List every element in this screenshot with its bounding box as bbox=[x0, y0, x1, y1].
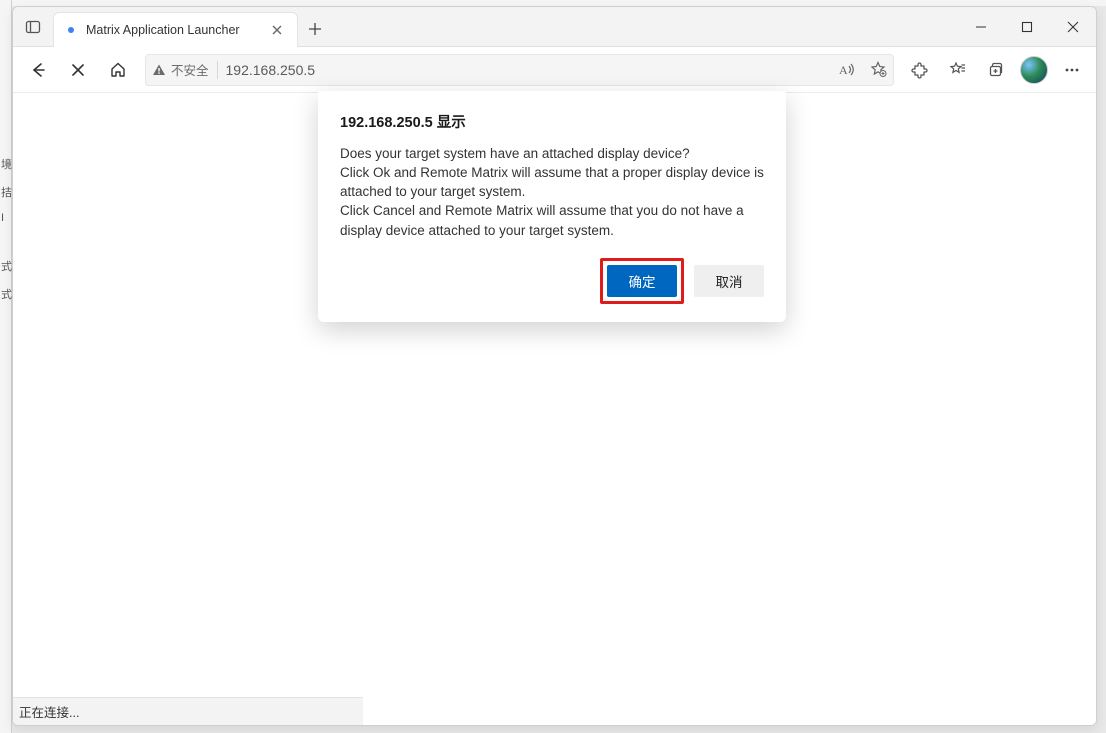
window-close-button[interactable] bbox=[1050, 7, 1096, 47]
read-aloud-icon: A bbox=[839, 62, 856, 77]
puzzle-icon bbox=[911, 61, 929, 79]
tab-actions-button[interactable] bbox=[13, 7, 53, 46]
tab-actions-icon bbox=[25, 19, 41, 35]
titlebar-drag-region[interactable] bbox=[332, 7, 958, 46]
browser-window: Matrix Application Launcher bbox=[12, 6, 1097, 726]
add-favorite-button[interactable] bbox=[870, 61, 887, 78]
page-viewport: 192.168.250.5 显示 Does your target system… bbox=[13, 93, 1096, 725]
dialog-button-row: 确定 取消 bbox=[340, 258, 764, 304]
dialog-message: Does your target system have an attached… bbox=[340, 144, 764, 240]
back-button[interactable] bbox=[19, 53, 57, 87]
read-aloud-button[interactable]: A bbox=[839, 62, 856, 77]
site-security-indicator[interactable]: 不安全 bbox=[152, 60, 209, 79]
tab-favicon-loading-icon bbox=[68, 27, 74, 33]
tab[interactable]: Matrix Application Launcher bbox=[53, 12, 298, 47]
address-divider bbox=[217, 61, 218, 79]
collections-icon bbox=[987, 61, 1005, 79]
favorites-button[interactable] bbox=[940, 53, 976, 87]
minimize-button[interactable] bbox=[958, 7, 1004, 47]
new-tab-button[interactable] bbox=[298, 12, 332, 46]
extensions-button[interactable] bbox=[902, 53, 938, 87]
close-icon bbox=[71, 63, 85, 77]
arrow-left-icon bbox=[29, 61, 47, 79]
ok-button[interactable]: 确定 bbox=[607, 265, 677, 297]
home-icon bbox=[109, 61, 127, 79]
peek-item: 式 bbox=[0, 280, 11, 308]
address-bar-actions: A bbox=[839, 61, 887, 78]
background-sidebar-peek: 境 拮 I 式 式 bbox=[0, 0, 12, 733]
cancel-button[interactable]: 取消 bbox=[694, 265, 764, 297]
more-icon bbox=[1063, 61, 1081, 79]
profile-button[interactable] bbox=[1016, 53, 1052, 87]
settings-menu-button[interactable] bbox=[1054, 53, 1090, 87]
home-button[interactable] bbox=[99, 53, 137, 87]
svg-text:A: A bbox=[839, 63, 848, 77]
close-icon bbox=[1067, 21, 1079, 33]
toolbar: 不安全 192.168.250.5 A bbox=[13, 47, 1096, 93]
stop-button[interactable] bbox=[59, 53, 97, 87]
tab-close-button[interactable] bbox=[267, 20, 287, 40]
peek-item: I bbox=[0, 206, 11, 230]
peek-item: 境 bbox=[0, 150, 11, 178]
javascript-dialog: 192.168.250.5 显示 Does your target system… bbox=[318, 91, 786, 322]
avatar bbox=[1020, 56, 1048, 84]
titlebar: Matrix Application Launcher bbox=[13, 7, 1096, 47]
collections-button[interactable] bbox=[978, 53, 1014, 87]
status-text: 正在连接... bbox=[19, 706, 79, 720]
plus-icon bbox=[308, 22, 322, 36]
peek-item: 式 bbox=[0, 252, 11, 280]
maximize-icon bbox=[1021, 21, 1033, 33]
ok-button-highlight-box: 确定 bbox=[600, 258, 684, 304]
dialog-title: 192.168.250.5 显示 bbox=[340, 111, 764, 132]
status-bar: 正在连接... bbox=[13, 697, 363, 725]
peek-item: 拮 bbox=[0, 178, 11, 206]
window-controls bbox=[958, 7, 1096, 46]
maximize-button[interactable] bbox=[1004, 7, 1050, 47]
star-list-icon bbox=[949, 61, 967, 79]
warning-icon bbox=[152, 63, 166, 77]
address-bar[interactable]: 不安全 192.168.250.5 A bbox=[145, 54, 894, 86]
close-icon bbox=[272, 25, 282, 35]
security-label: 不安全 bbox=[171, 60, 209, 79]
url-text[interactable]: 192.168.250.5 bbox=[226, 62, 831, 78]
tab-title: Matrix Application Launcher bbox=[86, 23, 267, 37]
star-plus-icon bbox=[870, 61, 887, 78]
minimize-icon bbox=[975, 21, 987, 33]
